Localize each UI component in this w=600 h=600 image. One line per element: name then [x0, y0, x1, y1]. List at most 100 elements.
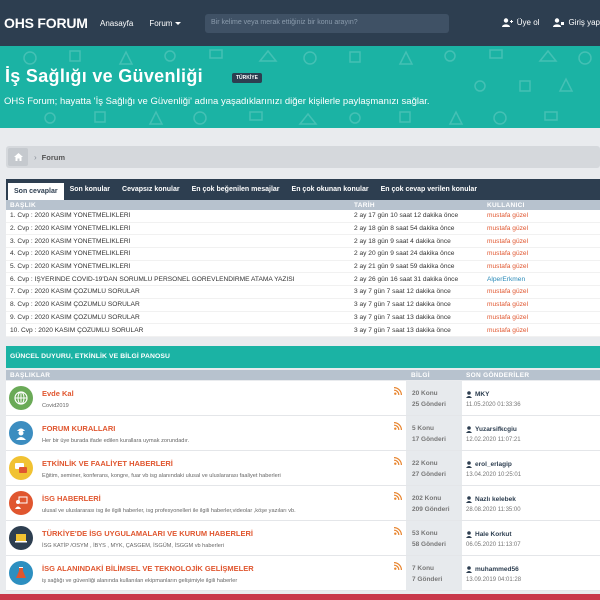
- reply-title-link[interactable]: 5. Cvp : 2020 KASIM YÖNETMELİKLERİ: [6, 263, 354, 270]
- forum-row[interactable]: TÜRKİYE'DE İSG UYGULAMALARI VE KURUM HAB…: [6, 521, 600, 556]
- table-row[interactable]: 3. Cvp : 2020 KASIM YÖNETMELİKLERİ 2 ay 1…: [6, 235, 600, 249]
- reply-title-link[interactable]: 7. Cvp : 2020 KASIM ÇÖZÜMLÜ SORULAR: [6, 288, 354, 295]
- last-post-user[interactable]: MKY: [466, 389, 600, 400]
- last-post-date: 11.05.2020 01:33:36: [466, 402, 521, 408]
- tab-en-cok-okunan[interactable]: En çok okunan konular: [286, 179, 375, 200]
- tab-en-cok-begenilen[interactable]: En çok beğenilen mesajlar: [186, 179, 286, 200]
- rss-icon[interactable]: [394, 387, 402, 395]
- reply-title-link[interactable]: 3. Cvp : 2020 KASIM YÖNETMELİKLERİ: [6, 238, 354, 245]
- login-label: Giriş yap: [568, 18, 600, 27]
- forum-stats: 202 Konu 209 Gönderi: [406, 486, 462, 520]
- forum-title-link[interactable]: TÜRKİYE'DE İSG UYGULAMALARI VE KURUM HAB…: [42, 529, 406, 538]
- user-icon: [466, 391, 472, 398]
- table-row[interactable]: 1. Cvp : 2020 KASIM YÖNETMELİKLERİ 2 ay 1…: [6, 210, 600, 223]
- last-post-user[interactable]: Nazlı kelebek: [466, 494, 600, 505]
- page-subtitle: OHS Forum; hayatta 'İş Sağlığı ve Güvenl…: [4, 96, 430, 107]
- reply-user-link[interactable]: mustafa güzel: [487, 238, 600, 245]
- table-row[interactable]: 7. Cvp : 2020 KASIM ÇÖZÜMLÜ SORULAR 3 ay …: [6, 286, 600, 299]
- last-post-username: Hale Korkut: [475, 531, 512, 538]
- last-post-username: erol_erlagip: [475, 461, 512, 468]
- table-row[interactable]: 4. Cvp : 2020 KASIM YÖNETMELİKLERİ 2 ay 2…: [6, 248, 600, 261]
- reply-date: 2 ay 18 gün 9 saat 4 dakika önce: [354, 237, 451, 245]
- forum-row[interactable]: FORUM KURALLARI Her bir üye burada ifade …: [6, 416, 600, 451]
- breadcrumb-forum[interactable]: Forum: [42, 153, 65, 162]
- reply-user-link[interactable]: mustafa güzel: [487, 263, 600, 270]
- table-row[interactable]: 2. Cvp : 2020 KASIM YÖNETMELİKLERİ 2 ay 1…: [6, 223, 600, 236]
- last-post: muhammed56 13.09.2019 04:01:28: [462, 556, 600, 590]
- chevron-right-icon: ›: [34, 152, 37, 162]
- login-button[interactable]: Giriş yap: [553, 18, 600, 27]
- reply-title-link[interactable]: 4. Cvp : 2020 KASIM YÖNETMELİKLERİ: [6, 250, 354, 257]
- header-date: TARİH: [354, 201, 375, 209]
- last-post-user[interactable]: Yuzarsifkcgiu: [466, 424, 600, 435]
- home-icon: [13, 153, 23, 161]
- forum-row[interactable]: Evde Kal Covid2019 20 Konu 25 Gönderi MKY 11.…: [6, 381, 600, 416]
- forum-row[interactable]: İSG HABERLERİ ulusal ve uluslararası isg …: [6, 486, 600, 521]
- last-post-user[interactable]: muhammed56: [466, 564, 600, 575]
- tab-cevapsiz-konular[interactable]: Cevapsız konular: [116, 179, 186, 200]
- reply-title-link[interactable]: 2. Cvp : 2020 KASIM YÖNETMELİKLERİ: [6, 225, 354, 232]
- tab-son-konular[interactable]: Son konular: [64, 179, 116, 200]
- board-header-titles: BAŞLIKLAR: [10, 371, 51, 379]
- nav-forum-dropdown[interactable]: Forum: [149, 19, 182, 28]
- last-post-user[interactable]: Hale Korkut: [466, 529, 600, 540]
- forum-row[interactable]: ETKİNLİK VE FAALİYET HABERLERİ Eğitim, se…: [6, 451, 600, 486]
- forum-title-link[interactable]: İSG ALANINDAKİ BİLİMSEL VE TEKNOLOJİK GE…: [42, 564, 406, 573]
- post-count: 58 Gönderi: [412, 541, 446, 548]
- reply-date: 2 ay 17 gün 10 saat 12 dakika önce: [354, 212, 459, 220]
- table-row[interactable]: 10. Cvp : 2020 KASIM ÇÖZÜMLÜ SORULAR 3 ay…: [6, 324, 600, 337]
- reply-user-link[interactable]: mustafa güzel: [487, 250, 600, 257]
- last-post: Yuzarsifkcgiu 12.02.2020 11:07:21: [462, 416, 600, 450]
- forum-title-link[interactable]: İSG HABERLERİ: [42, 494, 406, 503]
- reply-user-link[interactable]: mustafa güzel: [487, 301, 600, 308]
- register-button[interactable]: Üye ol: [501, 18, 539, 27]
- forum-title-link[interactable]: ETKİNLİK VE FAALİYET HABERLERİ: [42, 459, 406, 468]
- rss-icon[interactable]: [394, 457, 402, 465]
- topic-count: 22 Konu: [412, 460, 438, 467]
- rss-icon[interactable]: [394, 422, 402, 430]
- reply-title-link[interactable]: 6. Cvp : İŞYERİNDE COVID-19'DAN SORUMLU …: [6, 276, 354, 283]
- forum-description: Eğitim, seminer, konferans, kongre, fuar…: [42, 473, 281, 479]
- table-row[interactable]: 8. Cvp : 2020 KASIM ÇÖZÜMLÜ SORULAR 3 ay …: [6, 299, 600, 312]
- user-icon: [466, 461, 472, 468]
- reply-title-link[interactable]: 10. Cvp : 2020 KASIM ÇÖZÜMLÜ SORULAR: [6, 327, 354, 334]
- topic-count: 5 Konu: [412, 425, 435, 432]
- reply-title-link[interactable]: 8. Cvp : 2020 KASIM ÇÖZÜMLÜ SORULAR: [6, 301, 354, 308]
- reply-user-link[interactable]: mustafa güzel: [487, 288, 600, 295]
- rss-icon[interactable]: [394, 527, 402, 535]
- top-navbar: OHS FORUM Anasayfa Forum Bir kelime veya…: [0, 0, 600, 46]
- forum-icon-cell: [6, 556, 36, 590]
- tab-en-cok-cevap[interactable]: En çok cevap verilen konular: [375, 179, 484, 200]
- reply-user-link[interactable]: mustafa güzel: [487, 225, 600, 232]
- last-post-username: Nazlı kelebek: [475, 496, 516, 503]
- table-row[interactable]: 9. Cvp : 2020 KASIM ÇÖZÜMLÜ SORULAR 3 ay …: [6, 312, 600, 325]
- table-row[interactable]: 6. Cvp : İŞYERİNDE COVID-19'DAN SORUMLU …: [6, 273, 600, 287]
- table-row[interactable]: 5. Cvp : 2020 KASIM YÖNETMELİKLERİ 2 ay 2…: [6, 261, 600, 274]
- reply-title-link[interactable]: 9. Cvp : 2020 KASIM ÇÖZÜMLÜ SORULAR: [6, 314, 354, 321]
- forum-title-link[interactable]: FORUM KURALLARI: [42, 424, 406, 433]
- reply-user-link[interactable]: mustafa güzel: [487, 327, 600, 334]
- last-post-user[interactable]: erol_erlagip: [466, 459, 600, 470]
- forum-icon-cell: [6, 381, 36, 415]
- site-logo[interactable]: OHS FORUM: [4, 15, 92, 31]
- last-post-date: 06.05.2020 11:13:07: [466, 542, 521, 548]
- rss-icon[interactable]: [394, 562, 402, 570]
- rss-icon[interactable]: [394, 492, 402, 500]
- forum-row[interactable]: İSG ALANINDAKİ BİLİMSEL VE TEKNOLOJİK GE…: [6, 556, 600, 591]
- forum-description: Her bir üye burada ifade edilen kurallar…: [42, 438, 190, 444]
- reply-user-link[interactable]: mustafa güzel: [487, 314, 600, 321]
- reply-user-link[interactable]: mustafa güzel: [487, 212, 600, 219]
- user-plus-icon: [501, 18, 513, 27]
- topic-count: 202 Konu: [412, 495, 442, 502]
- search-input[interactable]: Bir kelime veya merak ettiğiniz bir konu…: [205, 14, 449, 33]
- nav-home-link[interactable]: Anasayfa: [100, 19, 133, 28]
- tab-son-cevaplar[interactable]: Son cevaplar: [8, 183, 64, 200]
- reply-title-link[interactable]: 1. Cvp : 2020 KASIM YÖNETMELİKLERİ: [6, 212, 354, 219]
- reply-date: 2 ay 18 gün 8 saat 54 dakika önce: [354, 225, 455, 233]
- last-post-date: 13.04.2020 10:25:01: [466, 472, 522, 478]
- forum-title-link[interactable]: Evde Kal: [42, 389, 406, 398]
- breadcrumb-home[interactable]: [8, 148, 28, 166]
- forum-icon-cell: [6, 521, 36, 555]
- latest-replies-table: BAŞLIK TARİH KULLANICI 1. Cvp : 2020 KAS…: [6, 200, 600, 337]
- reply-user-link[interactable]: AlperErkmen: [487, 276, 600, 283]
